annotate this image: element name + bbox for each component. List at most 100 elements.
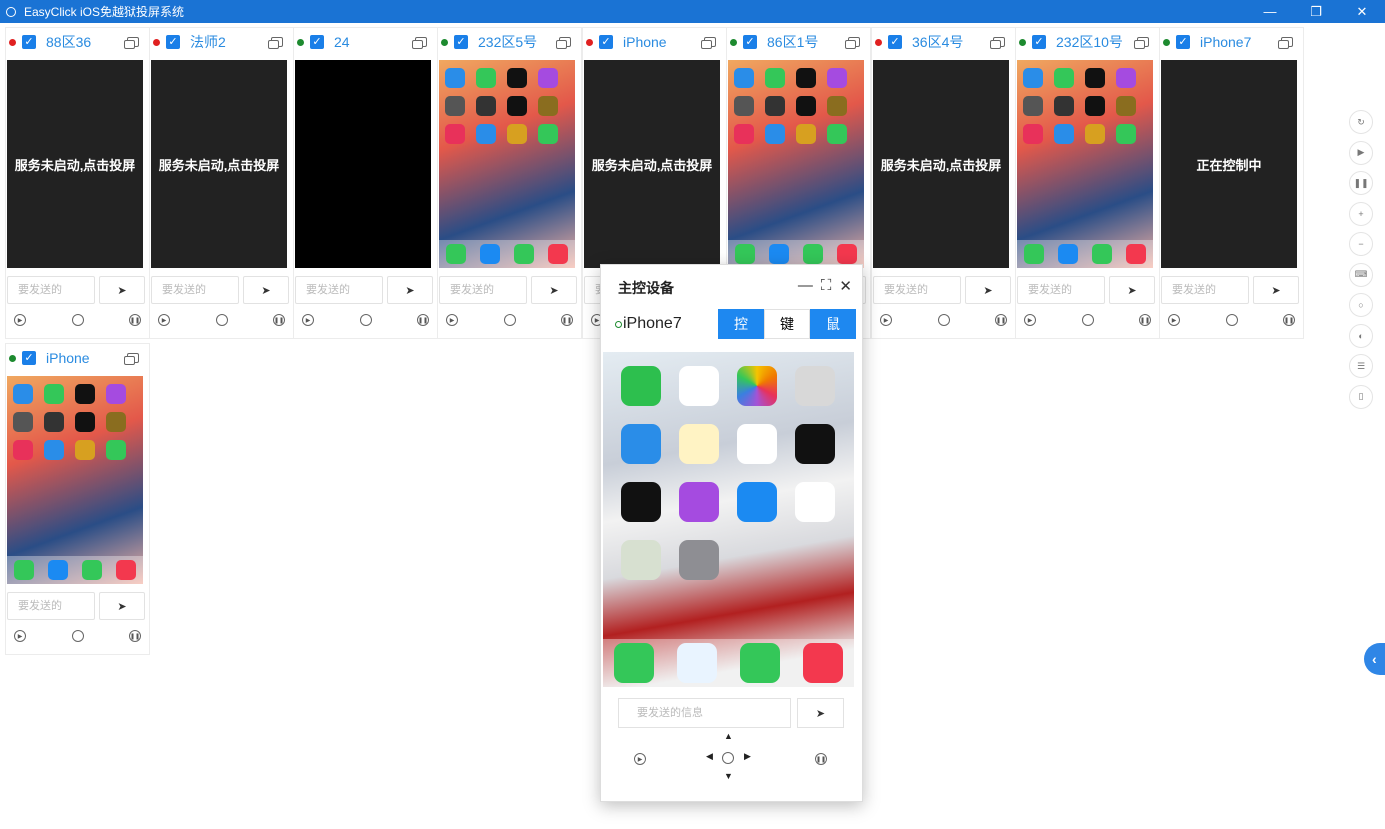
app-icon[interactable] [734, 124, 754, 144]
app-icon[interactable] [1023, 124, 1043, 144]
device-screen[interactable] [295, 60, 431, 268]
app-icon[interactable] [476, 96, 496, 116]
play-icon[interactable]: ▶ [1168, 314, 1180, 326]
arrow-left-icon[interactable]: ◀ [706, 751, 713, 762]
app-icon[interactable] [13, 440, 33, 460]
app-icon[interactable] [44, 412, 64, 432]
play-icon[interactable]: ▶ [634, 753, 646, 765]
facetime-app-icon[interactable] [621, 366, 661, 406]
app-icon[interactable] [507, 68, 527, 88]
calendar-app-icon[interactable] [679, 366, 719, 406]
select-checkbox[interactable]: ✓ [599, 35, 613, 49]
copy-icon[interactable] [1278, 37, 1293, 49]
play-icon[interactable]: ▶ [14, 314, 26, 326]
play-icon[interactable]: ▶ [1349, 140, 1373, 165]
play-icon[interactable]: ▶ [1024, 314, 1036, 326]
sliders-icon[interactable]: ☰ [1349, 354, 1373, 378]
messages-app-icon[interactable] [514, 244, 534, 264]
music-app-icon[interactable] [802, 643, 843, 683]
pause-icon[interactable]: ❚❚ [273, 314, 285, 326]
home-icon[interactable] [359, 314, 372, 326]
podcasts-app-icon[interactable] [679, 482, 719, 522]
play-icon[interactable]: ▶ [446, 314, 458, 326]
safari-app-icon[interactable] [48, 560, 68, 580]
tv-app-icon[interactable] [621, 482, 661, 522]
message-input[interactable]: 要发送的 [7, 592, 95, 620]
app-icon[interactable] [734, 96, 754, 116]
app-icon[interactable] [765, 124, 785, 144]
phone-app-icon[interactable] [1024, 244, 1044, 264]
pause-icon[interactable]: ❚❚ [1283, 314, 1295, 326]
copy-icon[interactable] [124, 37, 139, 49]
device-screen[interactable]: 服务未启动,点击投屏 [584, 60, 720, 268]
app-icon[interactable] [538, 68, 558, 88]
home-icon[interactable] [1225, 314, 1238, 326]
messages-app-icon[interactable] [82, 560, 102, 580]
zoom-in-icon[interactable]: + [1349, 201, 1373, 226]
message-input[interactable]: 要发送的 [295, 276, 383, 304]
master-message-input[interactable]: 要发送的信息 [618, 698, 791, 728]
app-store-icon[interactable] [737, 482, 777, 522]
home-icon[interactable] [71, 314, 84, 326]
message-input[interactable]: 要发送的 [1017, 276, 1105, 304]
minimize-icon[interactable]: — [798, 277, 813, 295]
safari-app-icon[interactable] [1058, 244, 1078, 264]
app-icon[interactable] [765, 68, 785, 88]
message-input[interactable]: 要发送的 [873, 276, 961, 304]
select-checkbox[interactable]: ✓ [166, 35, 180, 49]
app-icon[interactable] [1116, 96, 1136, 116]
photos-app-icon[interactable] [737, 366, 777, 406]
message-input[interactable]: 要发送的 [7, 276, 95, 304]
messages-app-icon[interactable] [803, 244, 823, 264]
minimize-button[interactable]: — [1247, 0, 1293, 23]
copy-icon[interactable] [1134, 37, 1149, 49]
send-button[interactable]: ➤ [965, 276, 1011, 304]
restore-button[interactable]: ❐ [1293, 0, 1339, 23]
mail-app-icon[interactable] [621, 424, 661, 464]
music-app-icon[interactable] [548, 244, 568, 264]
device-screen[interactable]: 正在控制中 [1161, 60, 1297, 268]
play-icon[interactable]: ▶ [880, 314, 892, 326]
tab-control[interactable]: 控 [718, 309, 764, 339]
send-button[interactable]: ➤ [243, 276, 289, 304]
master-send-button[interactable]: ➤ [797, 698, 844, 728]
play-icon[interactable]: ▶ [14, 630, 26, 642]
play-icon[interactable]: ▶ [158, 314, 170, 326]
search-icon[interactable]: ○ [1349, 293, 1373, 317]
pause-icon[interactable]: ❚❚ [1349, 171, 1373, 195]
safari-app-icon[interactable] [677, 643, 718, 683]
app-icon[interactable] [1023, 96, 1043, 116]
health-app-icon[interactable] [795, 482, 835, 522]
settings-app-icon[interactable] [679, 540, 719, 580]
safari-app-icon[interactable] [769, 244, 789, 264]
home-icon[interactable] [937, 314, 950, 326]
device-screen[interactable] [1017, 60, 1153, 268]
copy-icon[interactable] [268, 37, 283, 49]
home-icon[interactable] [722, 752, 734, 764]
select-checkbox[interactable]: ✓ [454, 35, 468, 49]
app-icon[interactable] [106, 412, 126, 432]
app-icon[interactable] [796, 68, 816, 88]
app-icon[interactable] [1023, 68, 1043, 88]
device-screen[interactable] [728, 60, 864, 268]
phone-app-icon[interactable] [446, 244, 466, 264]
arrow-down-icon[interactable]: ▼ [724, 771, 733, 781]
wallet-app-icon[interactable] [621, 540, 661, 580]
collapse-panel-button[interactable]: ‹ [1364, 643, 1385, 675]
device-screen[interactable]: 服务未启动,点击投屏 [7, 60, 143, 268]
app-icon[interactable] [507, 124, 527, 144]
select-checkbox[interactable]: ✓ [1176, 35, 1190, 49]
refresh-icon[interactable]: ↻ [1349, 110, 1373, 134]
toggle-icon[interactable]: ◐ [1349, 323, 1373, 348]
send-button[interactable]: ➤ [1253, 276, 1299, 304]
app-icon[interactable] [1054, 68, 1074, 88]
app-icon[interactable] [445, 68, 465, 88]
select-checkbox[interactable]: ✓ [1032, 35, 1046, 49]
tab-keyboard[interactable]: 键 [764, 309, 810, 339]
device-screen[interactable]: 服务未启动,点击投屏 [151, 60, 287, 268]
app-icon[interactable] [13, 412, 33, 432]
music-app-icon[interactable] [116, 560, 136, 580]
send-button[interactable]: ➤ [1109, 276, 1155, 304]
pause-icon[interactable]: ❚❚ [129, 630, 141, 642]
safari-app-icon[interactable] [480, 244, 500, 264]
